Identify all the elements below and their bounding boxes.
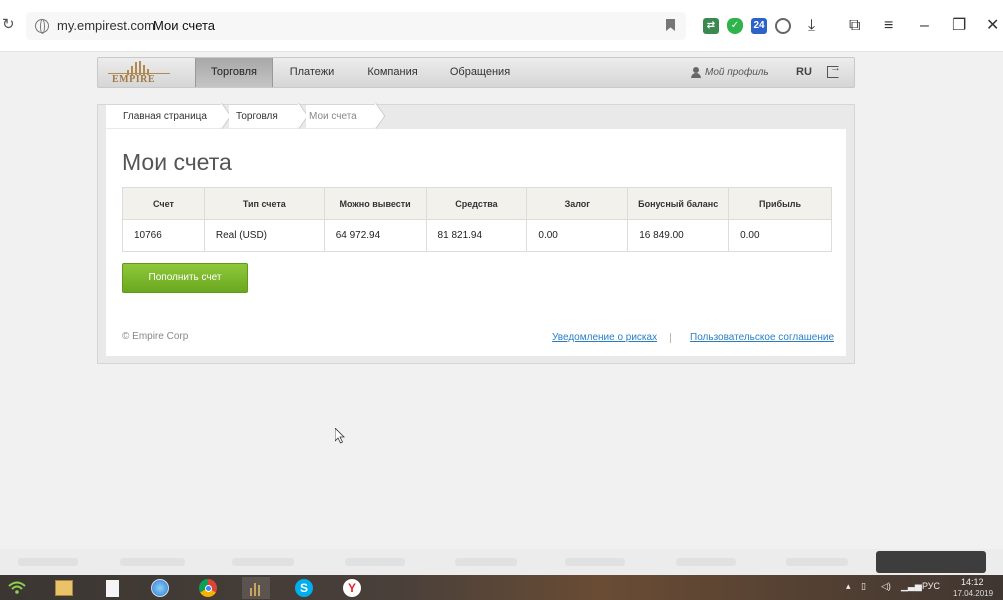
windows-taskbar: S Y ▴ ▯ ◁) ▁▃▅ РУС 14:12 17.04.2019 [0,575,1003,600]
user-agreement-link[interactable]: Пользовательское соглашение [690,332,834,343]
minimize-icon[interactable]: – [920,16,929,36]
col-header-account: Счет [122,187,205,220]
col-header-profit: Прибыль [728,187,832,220]
breadcrumb-trading[interactable]: Торговля [229,105,297,128]
menu-icon[interactable]: ≡ [884,16,893,36]
mouse-cursor-icon [335,428,345,444]
reload-icon[interactable]: ↻ [2,17,16,33]
signal-icon[interactable]: ▁▃▅ [901,581,922,592]
cell-type: Real (USD) [203,219,325,252]
content-panel: Главная страница Торговля Мои счета Мои … [97,104,855,364]
empire-app-icon[interactable] [242,577,270,599]
profile-label: Мой профиль [705,67,769,78]
chrome-icon[interactable] [194,577,222,599]
cell-margin: 0.00 [526,219,629,252]
table-row[interactable]: 10766 Real (USD) 64 972.94 81 821.94 0.0… [122,219,832,252]
footer-divider [670,333,671,343]
nav-payments[interactable]: Платежи [283,58,341,87]
table-header-row: Счет Тип счета Можно вывести Средства За… [122,187,832,220]
nav-tickets[interactable]: Обращения [444,58,516,87]
document-icon[interactable] [98,577,126,599]
logout-icon[interactable] [827,62,841,78]
col-header-bonus: Бонусный баланс [627,187,730,220]
accounts-table: Счет Тип счета Можно вывести Средства За… [122,187,832,252]
breadcrumb-home[interactable]: Главная страница [106,105,220,128]
wifi-icon[interactable] [3,577,31,599]
close-icon[interactable]: ✕ [986,16,999,36]
cell-profit: 0.00 [728,219,832,252]
bookmark-icon[interactable] [666,19,675,31]
profile-link[interactable]: Мой профиль [691,58,769,87]
risk-notice-link[interactable]: Уведомление о рисках [552,332,657,343]
col-header-type: Тип счета [203,187,325,220]
browser-toolbar: ↻ my.empirest.com Мои счета ⇄ ✓ 24 ⤓ ⧉ ≡… [0,0,1003,52]
page-title: Мои счета [122,149,232,175]
language-indicator[interactable]: РУС [922,581,940,591]
col-header-margin: Залог [526,187,629,220]
browser-circle-icon[interactable] [146,577,174,599]
copyright-text: © Empire Corp [122,331,189,342]
cell-funds: 81 821.94 [425,219,528,252]
skype-icon[interactable]: S [290,577,318,599]
breadcrumb-current: Мои счета [306,105,374,128]
globe-icon [35,19,49,34]
volume-icon[interactable]: ◁) [881,581,891,592]
col-header-withdrawable: Можно вывести [323,187,427,220]
nav-trading[interactable]: Торговля [195,58,273,87]
language-switch[interactable]: RU [796,58,812,87]
logo-text: EMPIRE [112,74,155,85]
extension-24-icon[interactable]: 24 [751,18,767,34]
topup-account-button[interactable]: Пополнить счет [122,263,248,293]
restore-icon[interactable]: ❐ [952,16,966,36]
empire-logo[interactable]: EMPIRE [108,60,170,86]
cell-bonus: 16 849.00 [627,219,730,252]
url-page-title: Мои счета [153,18,216,33]
collections-icon[interactable]: ⧉ [849,16,860,36]
download-icon[interactable]: ⤓ [808,16,815,36]
yandex-browser-icon[interactable]: Y [338,577,366,599]
accounts-card: Мои счета Счет Тип счета Можно вывести С… [106,129,846,356]
tray-expand-icon[interactable]: ▴ [846,581,851,592]
battery-icon[interactable]: ▯ [861,581,866,592]
cell-account: 10766 [122,219,205,252]
user-icon [691,67,701,78]
url-domain: my.empirest.com [57,18,155,33]
clock-date[interactable]: 17.04.2019 [953,589,993,598]
cell-withdrawable: 64 972.94 [323,219,427,252]
address-bar[interactable]: my.empirest.com Мои счета [26,12,686,40]
clock-time[interactable]: 14:12 [961,577,984,587]
extension-hex-icon[interactable] [775,18,791,34]
extension-shield-icon[interactable]: ✓ [727,18,743,34]
site-navbar: EMPIRE Торговля Платежи Компания Обращен… [97,57,855,88]
col-header-funds: Средства [425,187,528,220]
file-manager-icon[interactable] [50,577,78,599]
extension-translate-icon[interactable]: ⇄ [703,18,719,34]
nav-company[interactable]: Компания [360,58,425,87]
blurred-tab-strip [0,549,1003,575]
